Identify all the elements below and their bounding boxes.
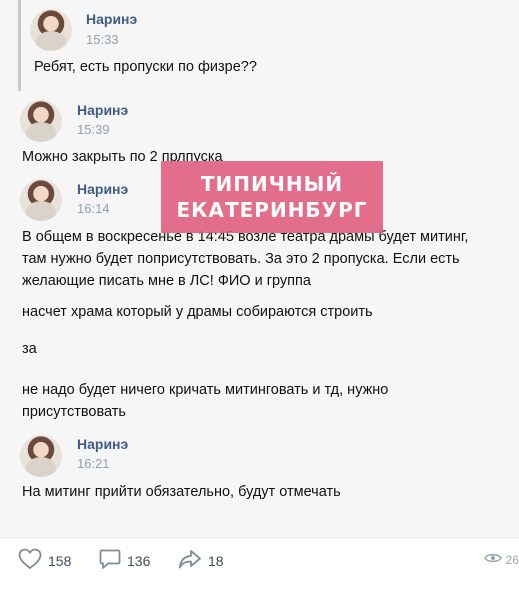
author-avatar[interactable] xyxy=(20,435,62,477)
author-name[interactable]: Наринэ xyxy=(77,181,128,197)
message-text: На митинг прийти обязательно, будут отме… xyxy=(22,484,341,500)
share-count: 18 xyxy=(208,553,224,569)
like-button[interactable]: 158 xyxy=(18,548,71,574)
quote-bar xyxy=(18,0,21,91)
share-icon xyxy=(178,548,202,575)
author-avatar[interactable] xyxy=(30,9,72,51)
heart-icon xyxy=(18,548,42,575)
post-footer: 158 136 18 26 xyxy=(0,537,519,593)
author-name[interactable]: Наринэ xyxy=(86,11,137,27)
message-text: Ребят, есть пропуски по физре?? xyxy=(34,59,257,75)
message-time: 15:33 xyxy=(86,32,119,47)
like-count: 158 xyxy=(48,553,72,569)
watermark-line-1: ТИПИЧНЫЙ xyxy=(200,172,344,196)
author-name[interactable]: Наринэ xyxy=(77,436,128,452)
message-paragraph: В общем в воскресенье в 14:45 возле теат… xyxy=(22,229,469,289)
author-avatar[interactable] xyxy=(20,100,62,142)
views-count: 26 xyxy=(505,552,519,567)
comment-button[interactable]: 136 xyxy=(99,548,150,574)
message-thread: Наринэ 15:33 Ребят, есть пропуски по физ… xyxy=(0,0,519,537)
comment-count: 136 xyxy=(127,553,151,569)
message-paragraph: не надо будет ничего кричать митинговать… xyxy=(22,382,389,420)
message-time: 15:39 xyxy=(77,122,110,137)
share-button[interactable]: 18 xyxy=(178,548,224,574)
comment-icon xyxy=(99,548,121,575)
watermark-line-2: ЕКАТЕРИНБУРГ xyxy=(176,198,368,222)
message-time: 16:21 xyxy=(77,456,110,471)
message-time: 16:14 xyxy=(77,201,110,216)
message-paragraph: за xyxy=(22,341,37,357)
author-avatar[interactable] xyxy=(20,179,62,221)
views-counter: 26 xyxy=(483,552,519,567)
author-name[interactable]: Наринэ xyxy=(77,102,128,118)
eye-icon xyxy=(483,552,502,567)
brand-watermark: ТИПИЧНЫЙ ЕКАТЕРИНБУРГ xyxy=(161,161,383,233)
message-paragraph: насчет храма который у драмы собираются … xyxy=(22,304,373,320)
